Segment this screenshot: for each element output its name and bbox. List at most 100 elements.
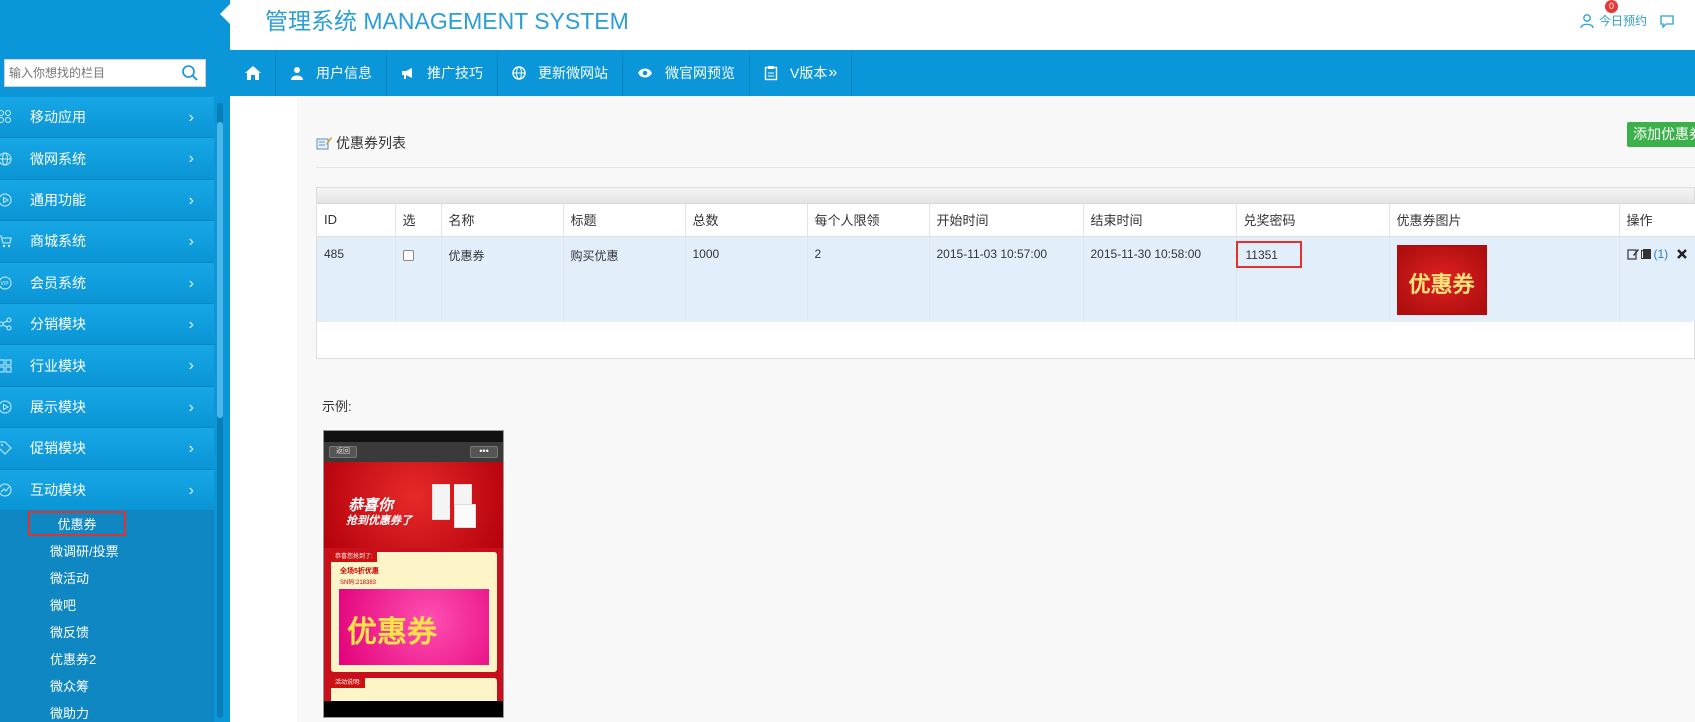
col-header-id[interactable]: ID [317,204,396,237]
menu-item-shop[interactable]: 商城系统 › [0,221,214,263]
menu-item-industry[interactable]: 行业模块 › [0,345,214,387]
sub-item-forum[interactable]: 微吧 [0,592,214,619]
phone-topbar: 返回 ••• [324,442,503,462]
card-coupon-banner: 优惠券 [339,589,489,665]
menu-item-label: 商城系统 [30,233,86,250]
nav-label: V版本 [790,65,828,81]
col-header-name[interactable]: 名称 [441,204,564,237]
chevron-right-icon: › [188,398,194,416]
chevron-right-icon: › [188,440,194,458]
chat-icon[interactable] [1659,13,1675,29]
phone-hero: 恭喜你 抢到优惠券了 [324,462,503,548]
col-header-image[interactable]: 优惠券图片 [1389,204,1620,237]
cart-icon [0,235,12,248]
apps-icon [0,110,11,124]
chevron-right-icon: › [188,315,194,333]
nav-label: 微官网预览 [665,65,735,81]
card-banner-text: 优惠券 [347,616,437,649]
nav-promotion-tips[interactable]: 推广技巧 [387,50,498,96]
menu-item-micro-site[interactable]: 微网系统 › [0,138,214,180]
cell-id: 485 [317,236,396,322]
menu-item-label: 展示模块 [30,398,86,415]
clipboard-icon [764,66,778,81]
vip-icon: VIP [0,276,12,290]
nav-version[interactable]: V版本 » [750,50,853,96]
top-header: 管理系统 MANAGEMENT SYSTEM 0 今日预约 [230,0,1695,50]
edit-list-icon [316,137,332,150]
sub-item-feedback[interactable]: 微反馈 [0,619,214,646]
col-header-start[interactable]: 开始时间 [929,204,1084,237]
nav-home[interactable] [230,50,276,96]
col-header-end[interactable]: 结束时间 [1083,204,1237,237]
menu-item-label: 会员系统 [30,274,86,291]
sidebar-scroll-thumb[interactable] [217,122,223,418]
top-navbar: 用户信息 推广技巧 更新微网站 微官网预览 V版本 » [230,50,1695,96]
play-icon [0,193,12,207]
tag-icon [0,441,12,456]
panel-title: 优惠券列表 [316,133,406,153]
phone-nav-keys [324,701,503,717]
sub-item-coupon[interactable]: 优惠券 [0,510,214,538]
nav-site-preview[interactable]: 微官网预览 [623,50,750,96]
edit-icon[interactable] [1626,248,1639,260]
user-icon [1580,13,1594,28]
menu-item-distribution[interactable]: 分销模块 › [0,303,214,346]
panel-title-text: 优惠券列表 [336,135,406,151]
app-title: 管理系统 MANAGEMENT SYSTEM [265,8,629,34]
menu-item-display[interactable]: 展示模块 › [0,386,214,429]
header-actions: 0 今日预约 [1579,0,1675,29]
col-header-title[interactable]: 标题 [563,204,686,237]
menu-item-promotion[interactable]: 促销模块 › [0,428,214,470]
sub-item-crowdfund[interactable]: 微众筹 [0,673,214,700]
search-icon[interactable] [181,64,199,82]
menu-item-interactive[interactable]: 互动模块 › [0,469,214,511]
phone-more-button: ••• [470,446,498,458]
example-label: 示例: [322,399,352,414]
table-row: 485 优惠券 购买优惠 1000 2 2015-11-03 10:57:00 … [317,236,1695,322]
document-icon[interactable] [1640,248,1652,260]
menu-item-label: 微网系统 [30,150,86,167]
gift-box-small-icon [454,504,476,528]
col-header-limit[interactable]: 每个人限领 [807,204,930,237]
appointment-link[interactable]: 0 今日预约 [1579,0,1647,29]
sub-item-survey[interactable]: 微调研/投票 [0,538,214,565]
nav-user-info[interactable]: 用户信息 [276,50,387,96]
menu-item-mobile-apps[interactable]: 移动应用 › [0,97,214,139]
add-coupon-button[interactable]: 添加优惠券 [1627,122,1695,147]
menu-item-label: 互动模块 [30,481,86,498]
col-header-password[interactable]: 兑奖密码 [1236,204,1390,237]
chevron-right-icon: › [188,233,194,251]
nav-label: 更新微网站 [538,65,608,81]
sidebar-header [0,0,230,50]
chart-icon [0,483,12,497]
cell-actions: (1) [1619,236,1695,322]
cell-password: 11351 [1235,236,1390,322]
svg-text:VIP: VIP [1,281,9,287]
search-input[interactable] [5,60,181,86]
row-checkbox[interactable] [402,249,414,261]
cell-end: 2015-11-30 10:58:00 [1083,236,1237,322]
chevron-right-icon: › [188,357,194,375]
password-highlight: 11351 [1235,240,1302,268]
phone-coupon-card: 恭喜您抢到了: 全场5折优惠 SN码:218383 优惠券 [331,552,497,672]
phone-statusbar [324,431,503,442]
col-header-select[interactable]: 选 [395,204,442,237]
delete-icon[interactable] [1676,248,1688,260]
usage-count-link[interactable]: (1) [1654,247,1669,261]
row-actions: (1) [1626,247,1695,261]
menu-item-general[interactable]: 通用功能 › [0,179,214,222]
sidebar-toggle-notch[interactable] [220,4,230,24]
sub-item-assist[interactable]: 微助力 [0,700,214,722]
menu-item-label: 分销模块 [30,316,86,333]
globe-icon [0,152,12,166]
nav-update-site[interactable]: 更新微网站 [498,50,623,96]
sub-item-coupon2[interactable]: 优惠券2 [0,646,214,673]
col-header-total[interactable]: 总数 [685,204,808,237]
sidebar: 移动应用 › 微网系统 › 通用功能 › 商城系统 › VIP 会员系统 › 分… [0,0,230,722]
sub-item-label: 优惠券 [28,510,126,536]
user-icon [291,67,303,80]
coupon-thumbnail[interactable]: 优惠券 [1396,244,1487,315]
sub-item-activity[interactable]: 微活动 [0,565,214,592]
menu-item-member[interactable]: VIP 会员系统 › [0,262,214,304]
col-header-actions[interactable]: 操作 [1619,204,1695,237]
